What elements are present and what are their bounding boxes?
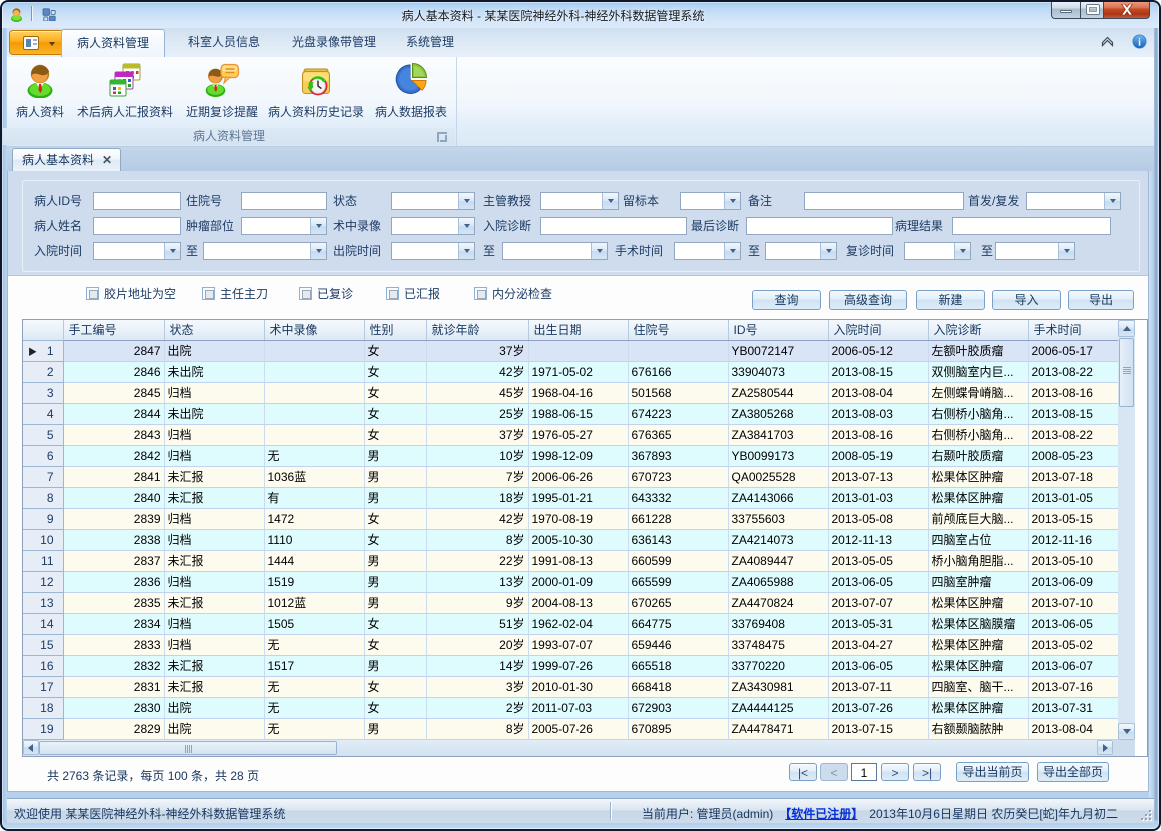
svg-text:i: i [1138,37,1141,48]
